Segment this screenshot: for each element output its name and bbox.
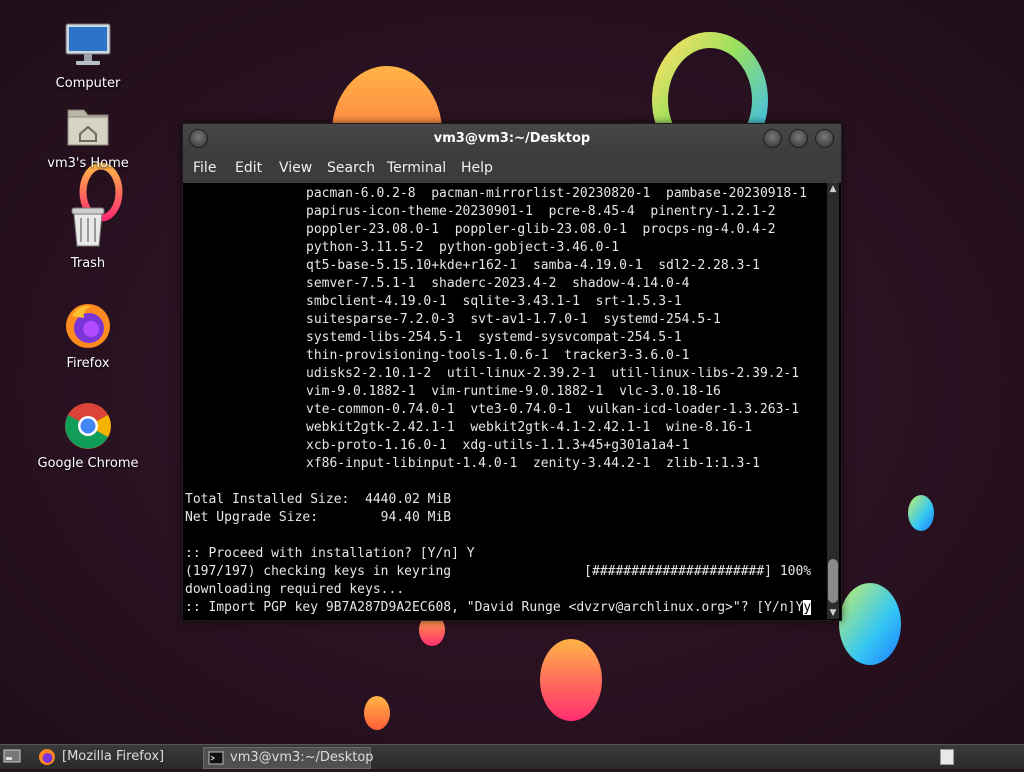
package-line: semver-7.5.1-1 shaderc-2023.4-2 shadow-4… xyxy=(306,276,690,291)
package-line: vte-common-0.74.0-1 vte3-0.74.0-1 vulkan… xyxy=(306,402,800,417)
desktop-icon-firefox[interactable]: Firefox xyxy=(28,300,148,371)
show-desktop-icon xyxy=(3,749,21,763)
net-upgrade-size: Net Upgrade Size: 94.40 MiB xyxy=(185,510,452,525)
maximize-button[interactable] xyxy=(789,129,808,148)
taskbar-item-firefox[interactable]: [Mozilla Firefox] xyxy=(36,747,196,767)
taskbar-item-label: vm3@vm3:~/Desktop xyxy=(230,750,374,765)
menu-edit[interactable]: Edit xyxy=(235,160,262,176)
terminal-icon xyxy=(208,751,224,765)
package-line: python-3.11.5-2 python-gobject-3.46.0-1 xyxy=(306,240,620,255)
desktop-icon-label: Firefox xyxy=(66,356,110,371)
menu-search[interactable]: Search xyxy=(327,160,375,176)
firefox-icon xyxy=(62,300,114,352)
package-line: webkit2gtk-2.42.1-1 webkit2gtk-4.1-2.42.… xyxy=(306,420,753,435)
package-line: qt5-base-5.15.10+kde+r162-1 samba-4.19.0… xyxy=(306,258,760,273)
package-line: thin-provisioning-tools-1.0.6-1 tracker3… xyxy=(306,348,690,363)
taskbar-item-label: [Mozilla Firefox] xyxy=(62,749,165,764)
workspace-switcher[interactable] xyxy=(940,747,956,767)
minimize-button[interactable] xyxy=(763,129,782,148)
home-folder-icon xyxy=(62,100,114,152)
desktop-icon-computer[interactable]: Computer xyxy=(28,20,148,91)
show-desktop-button[interactable] xyxy=(3,747,23,767)
package-line: udisks2-2.10.1-2 util-linux-2.39.2-1 uti… xyxy=(306,366,800,381)
firefox-icon xyxy=(39,749,55,765)
trash-can-icon xyxy=(62,200,114,252)
package-line: papirus-icon-theme-20230901-1 pcre-8.45-… xyxy=(306,204,776,219)
terminal-window[interactable]: vm3@vm3:~/Desktop File Edit View Search … xyxy=(182,123,842,621)
desktop-icon-trash[interactable]: Trash xyxy=(28,200,148,271)
scrollbar-thumb[interactable] xyxy=(828,559,838,603)
total-installed-size: Total Installed Size: 4440.02 MiB xyxy=(185,492,452,507)
package-line: systemd-libs-254.5-1 systemd-sysvcompat-… xyxy=(306,330,682,345)
menu-help[interactable]: Help xyxy=(461,160,493,176)
desktop-icon-home[interactable]: vm3's Home xyxy=(28,100,148,171)
package-line: pacman-6.0.2-8 pacman-mirrorlist-2023082… xyxy=(306,186,807,201)
package-line: poppler-23.08.0-1 poppler-glib-23.08.0-1… xyxy=(306,222,776,237)
scroll-up-arrow-icon[interactable]: ▲ xyxy=(827,183,839,195)
workspace-icon xyxy=(940,749,954,765)
computer-monitor-icon xyxy=(62,20,114,72)
terminal-scrollbar[interactable]: ▲ ▼ xyxy=(827,183,839,619)
desktop-icon-chrome[interactable]: Google Chrome xyxy=(28,400,148,471)
text-cursor: y xyxy=(803,600,812,615)
taskbar-item-terminal[interactable]: vm3@vm3:~/Desktop xyxy=(203,747,374,769)
desktop-icon-label: Trash xyxy=(70,256,106,271)
package-line: xf86-input-libinput-1.4.0-1 zenity-3.44.… xyxy=(306,456,760,471)
menu-terminal[interactable]: Terminal xyxy=(387,160,446,176)
close-button[interactable] xyxy=(815,129,834,148)
downloading-keys-status: downloading required keys... xyxy=(185,582,405,597)
window-titlebar[interactable]: vm3@vm3:~/Desktop xyxy=(183,124,841,154)
package-line: suitesparse-7.2.0-3 svt-av1-1.7.0-1 syst… xyxy=(306,312,721,327)
menu-bar: File Edit View Search Terminal Help xyxy=(183,154,841,183)
checking-keys-progress: (197/197) checking keys in keyring [####… xyxy=(185,564,812,579)
scroll-down-arrow-icon[interactable]: ▼ xyxy=(827,607,839,619)
chrome-icon xyxy=(62,400,114,452)
desktop-icon-label: Computer xyxy=(55,76,121,91)
package-line: vim-9.0.1882-1 vim-runtime-9.0.1882-1 vl… xyxy=(306,384,721,399)
desktop-icon-label: Google Chrome xyxy=(37,456,139,471)
terminal-output[interactable]: pacman-6.0.2-8 pacman-mirrorlist-2023082… xyxy=(185,183,825,619)
package-line: smbclient-4.19.0-1 sqlite-3.43.1-1 srt-1… xyxy=(306,294,682,309)
import-key-prompt-line: :: Import PGP key 9B7A287D9A2EC608, "Dav… xyxy=(185,599,812,617)
window-title: vm3@vm3:~/Desktop xyxy=(433,131,591,146)
menu-view[interactable]: View xyxy=(279,160,312,176)
package-line: xcb-proto-1.16.0-1 xdg-utils-1.1.3+45+g3… xyxy=(306,438,690,453)
import-key-prompt: :: Import PGP key 9B7A287D9A2EC608, "Dav… xyxy=(185,600,796,615)
proceed-prompt: :: Proceed with installation? [Y/n] Y xyxy=(185,546,475,561)
desktop-icon-label: vm3's Home xyxy=(47,156,129,171)
taskbar: [Mozilla Firefox] vm3@vm3:~/Desktop xyxy=(0,744,1024,769)
menu-file[interactable]: File xyxy=(193,160,216,176)
